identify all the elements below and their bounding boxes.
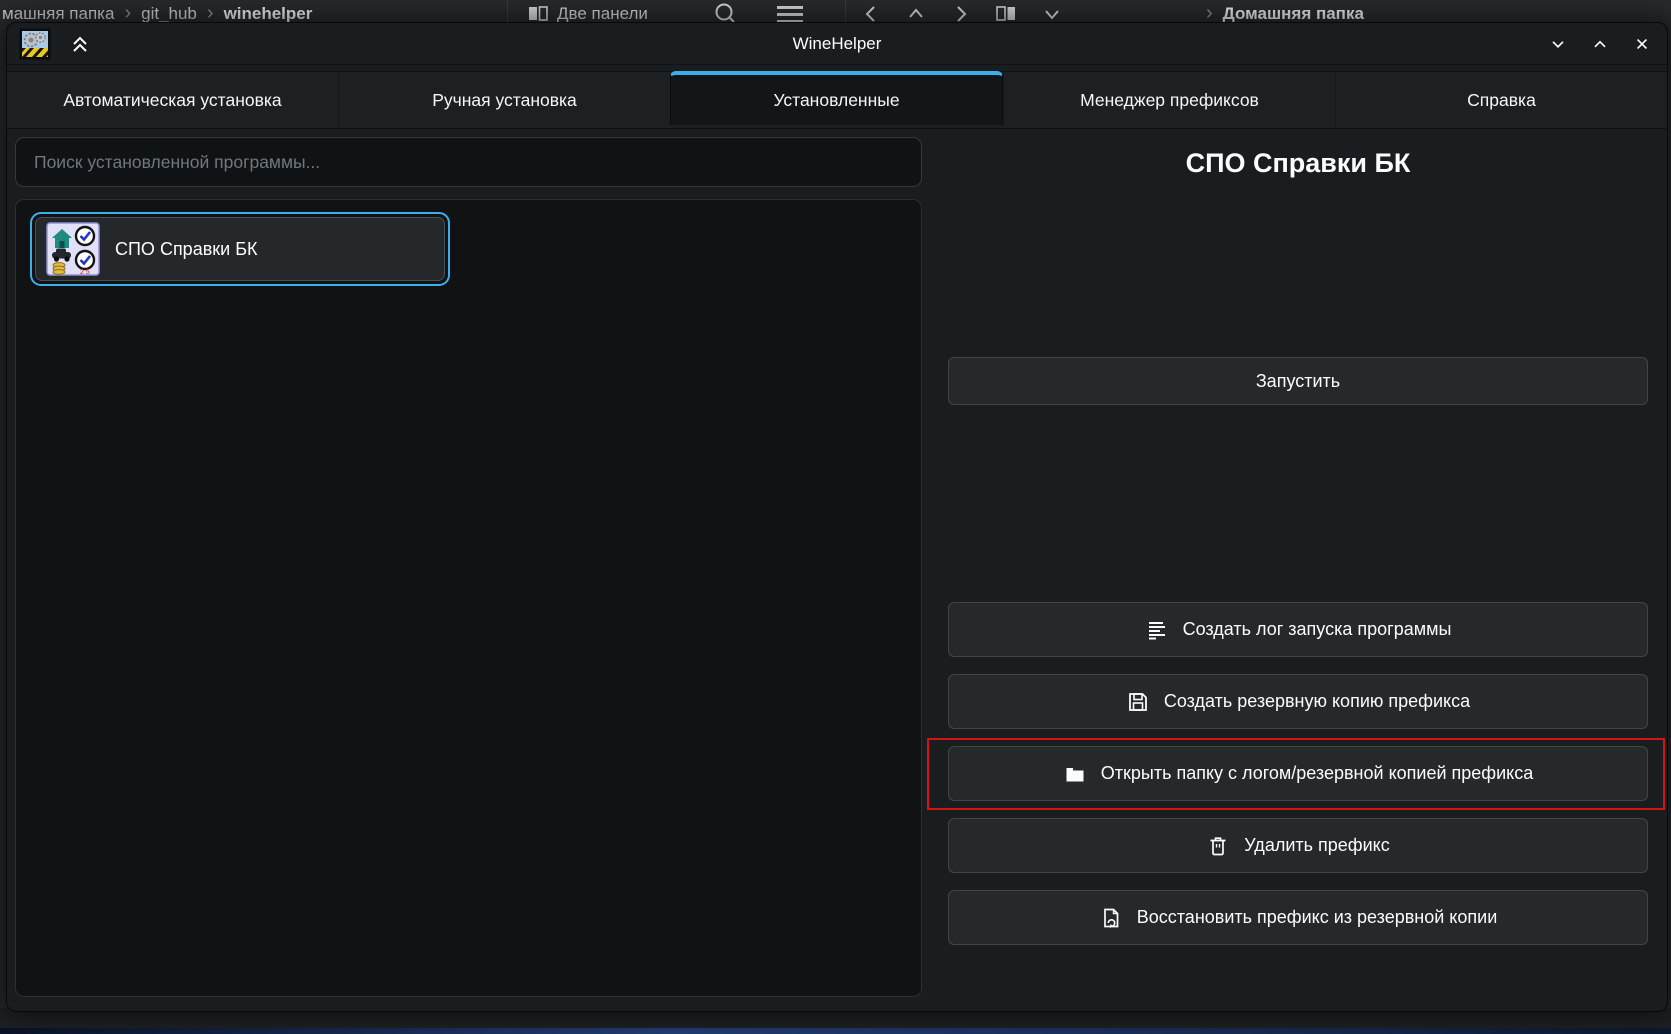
program-app-icon: 2 5 — [46, 222, 100, 276]
nav-back-icon[interactable] — [862, 4, 880, 24]
winehelper-app-icon — [19, 28, 51, 60]
split-panels-icon — [528, 6, 548, 23]
chevron-down-icon[interactable] — [1042, 4, 1062, 24]
tab-auto-install[interactable]: Автоматическая установка — [7, 72, 338, 128]
breadcrumb-home[interactable]: Домашняя папка — [1223, 4, 1364, 24]
create-backup-button[interactable]: Создать резервную копию префикса — [948, 674, 1648, 729]
view-mode-icon[interactable] — [996, 6, 1016, 23]
floppy-save-icon — [1126, 690, 1150, 714]
winehelper-window: WineHelper Автоматическая установка Ручн… — [6, 22, 1668, 1012]
split-view-label: Две панели — [557, 4, 648, 24]
create-log-label: Создать лог запуска программы — [1183, 619, 1452, 640]
tab-manual-install[interactable]: Ручная установка — [338, 72, 670, 128]
delete-prefix-label: Удалить префикс — [1244, 835, 1389, 856]
list-item-spo-spravki[interactable]: 2 5 СПО Справки БК — [30, 212, 450, 286]
nav-forward-icon[interactable] — [952, 4, 970, 24]
installed-programs-list: 2 5 СПО Справки БК — [15, 199, 922, 997]
log-lines-icon — [1145, 618, 1169, 642]
svg-text:2 5: 2 5 — [80, 269, 90, 276]
hamburger-menu-icon — [776, 4, 804, 24]
breadcrumb-git-hub[interactable]: git_hub — [141, 4, 197, 24]
program-details-panel: СПО Справки БК Запустить Создать лог зап… — [948, 23, 1648, 1011]
create-log-button[interactable]: Создать лог запуска программы — [948, 602, 1648, 657]
restore-prefix-button[interactable]: Восстановить префикс из резервной копии — [948, 890, 1648, 945]
breadcrumb-winehelper[interactable]: winehelper — [224, 4, 313, 24]
open-folder-button[interactable]: Открыть папку с логом/резервной копией п… — [948, 746, 1648, 801]
delete-prefix-button[interactable]: Удалить префикс — [948, 818, 1648, 873]
keep-above-button[interactable] — [67, 31, 93, 57]
restore-prefix-label: Восстановить префикс из резервной копии — [1137, 907, 1498, 928]
program-title: СПО Справки БК — [948, 141, 1648, 185]
breadcrumb-home-folder[interactable]: машняя папка — [2, 4, 114, 24]
search-input[interactable] — [15, 137, 922, 187]
create-backup-label: Создать резервную копию префикса — [1164, 691, 1470, 712]
run-button-label: Запустить — [1256, 371, 1340, 392]
nav-up-icon[interactable] — [906, 4, 926, 24]
folder-icon — [1063, 762, 1087, 786]
statusbar-highlight — [0, 1028, 1671, 1034]
open-folder-label: Открыть папку с логом/резервной копией п… — [1101, 763, 1534, 784]
trash-icon — [1206, 834, 1230, 858]
program-name: СПО Справки БК — [115, 239, 258, 260]
restore-document-icon — [1099, 906, 1123, 930]
run-button[interactable]: Запустить — [948, 357, 1648, 405]
